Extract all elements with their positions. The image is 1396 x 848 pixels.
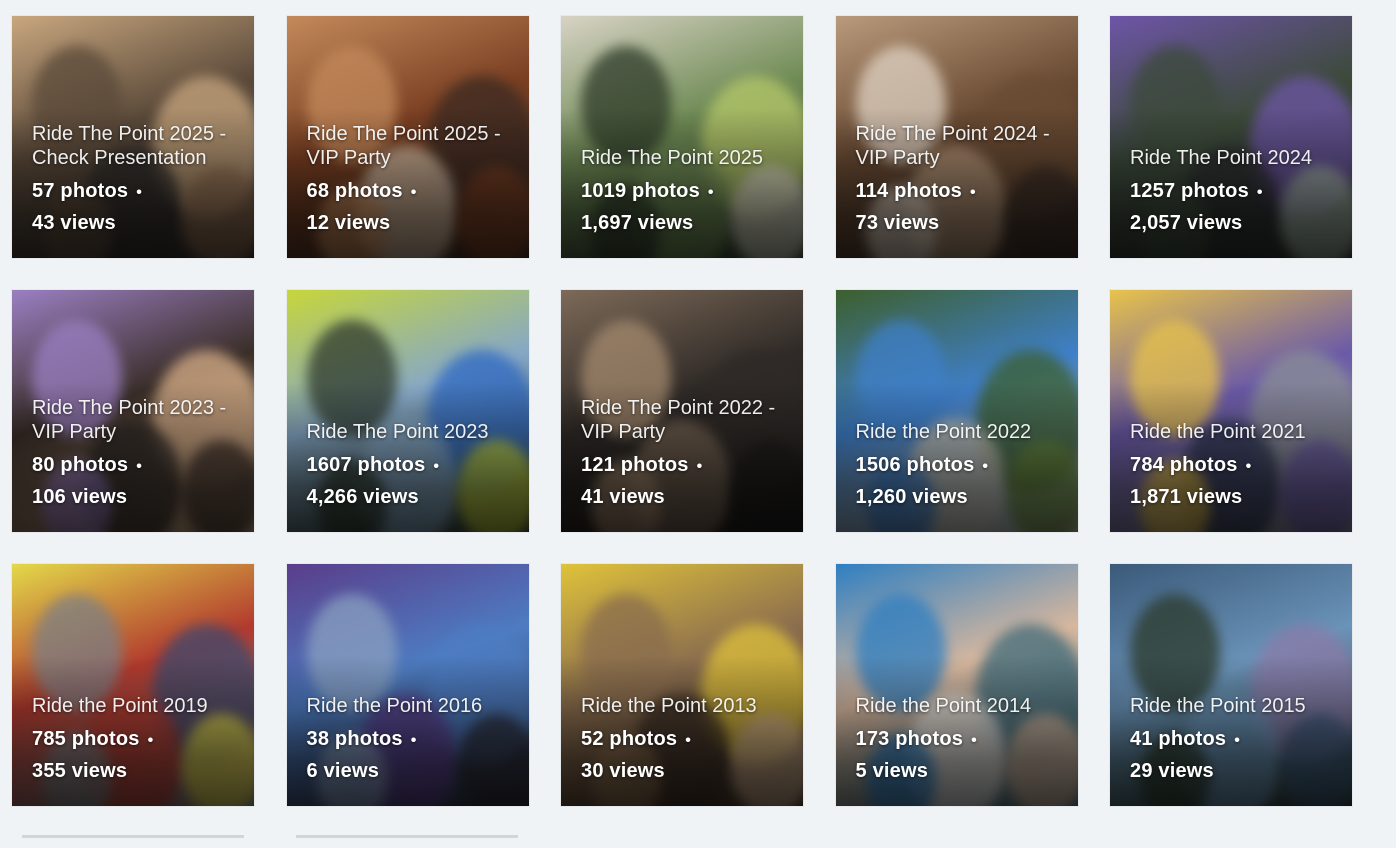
separator-dot: • [410,184,417,201]
album-card[interactable]: Ride the Point 2014 173 photos • 5 views [835,564,1078,806]
album-title[interactable]: Ride the Point 2015 [1130,694,1338,718]
album-view-count: 41 views [581,486,665,508]
album-view-count: 73 views [855,212,940,234]
album-photo-count: 121 photos [581,454,689,476]
album-view-count: 1,260 views [855,486,968,508]
album-title[interactable]: Ride the Point 2022 [856,420,1064,444]
album-photo-count: 41 photos [1130,728,1227,750]
album-card[interactable]: Ride The Point 2025 - Check Presentation… [12,16,254,258]
album-view-count: 5 views [855,760,929,782]
album-photo-count: 784 photos [1130,454,1238,476]
album-view-count: 2,057 views [1130,212,1243,234]
album-photo-count: 68 photos [306,180,403,202]
album-card[interactable]: Ride The Point 2023 1607 photos • 4,266 v… [286,290,529,532]
album-photo-count: 57 photos [32,180,129,202]
album-photo-count: 173 photos [855,728,964,750]
album-card[interactable]: Ride The Point 2024 - VIP Party 114 phot… [835,16,1078,258]
album-photo-count: 114 photos [855,180,962,202]
album-photo-count: 1019 photos [581,180,700,202]
album-photo-count: 38 photos [306,728,403,750]
album-title[interactable]: Ride the Point 2013 [581,694,789,718]
separator-dot: • [136,458,143,475]
album-photo-count: 1506 photos [855,454,975,476]
album-card[interactable]: Ride the Point 2022 1506 photos • 1,260 v… [835,290,1078,532]
album-photo-count: 1607 photos [306,454,426,476]
album-title[interactable]: Ride The Point 2025 - Check Presentation [32,122,240,170]
album-card[interactable]: Ride The Point 2025 1019 photos • 1,697 v… [561,16,803,258]
album-card[interactable]: Ride the Point 2021 784 photos • 1,871 vi… [1110,290,1352,532]
album-view-count: 29 views [1130,760,1214,782]
album-photo-count: 785 photos [32,728,140,750]
separator-dot: • [1234,732,1241,749]
album-card[interactable]: Ride the Point 2013 52 photos • 30 views [561,564,803,806]
album-card[interactable]: Ride The Point 2022 - VIP Party 121 phot… [561,290,803,532]
album-view-count: 4,266 views [306,486,419,508]
album-card-partial[interactable] [286,835,528,848]
album-view-count: 12 views [306,212,391,234]
album-title[interactable]: Ride the Point 2021 [1130,420,1338,444]
separator-dot: • [433,458,440,475]
album-title[interactable]: Ride The Point 2025 [581,146,789,170]
album-card[interactable]: Ride The Point 2025 - VIP Party 68 photo… [286,16,529,258]
album-title[interactable]: Ride The Point 2025 - VIP Party [307,122,515,170]
separator-dot: • [707,184,714,201]
album-card[interactable]: Ride the Point 2015 41 photos • 29 views [1110,564,1352,806]
separator-dot: • [1256,184,1263,201]
album-view-count: 355 views [32,760,128,782]
album-view-count: 106 views [32,486,128,508]
album-grid: Ride The Point 2025 - Check Presentation… [12,16,1352,806]
album-title[interactable]: Ride The Point 2024 - VIP Party [856,122,1064,170]
album-card[interactable]: Ride The Point 2023 - VIP Party 80 photo… [12,290,254,532]
separator-dot: • [969,184,976,201]
separator-dot: • [696,458,703,475]
separator-dot: • [410,732,417,749]
album-card[interactable]: Ride the Point 2019 785 photos • 355 view… [12,564,254,806]
album-title[interactable]: Ride The Point 2023 [307,420,515,444]
album-view-count: 30 views [581,760,665,782]
album-card[interactable]: Ride the Point 2016 38 photos • 6 views [286,564,529,806]
album-title[interactable]: Ride the Point 2016 [307,694,515,718]
album-card-partial[interactable] [12,835,254,848]
album-view-count: 43 views [32,212,116,234]
album-title[interactable]: Ride The Point 2024 [1130,146,1338,170]
album-title[interactable]: Ride the Point 2019 [32,694,240,718]
album-photo-count: 52 photos [581,728,678,750]
album-view-count: 6 views [306,760,380,782]
separator-dot: • [147,732,154,749]
separator-dot: • [971,732,977,749]
separator-dot: • [982,458,989,475]
album-view-count: 1,871 views [1130,486,1243,508]
album-title[interactable]: Ride The Point 2022 - VIP Party [581,396,789,444]
album-title[interactable]: Ride The Point 2023 - VIP Party [32,396,240,444]
album-photo-count: 1257 photos [1130,180,1249,202]
album-photo-count: 80 photos [32,454,129,476]
album-view-count: 1,697 views [581,212,694,234]
album-card[interactable]: Ride The Point 2024 1257 photos • 2,057 v… [1110,16,1352,258]
separator-dot: • [136,184,143,201]
album-title[interactable]: Ride the Point 2014 [856,694,1064,718]
separator-dot: • [685,732,692,749]
separator-dot: • [1245,458,1252,475]
